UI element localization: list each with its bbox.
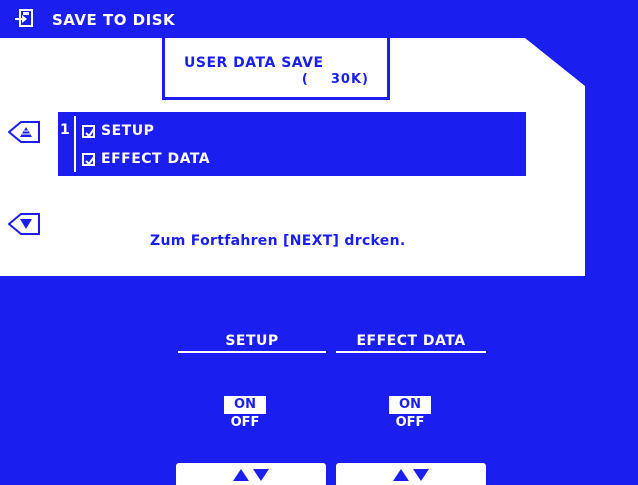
page-title: SAVE TO DISK: [52, 11, 176, 29]
effect-data-up-down-button[interactable]: [336, 463, 486, 485]
setup-underline: [178, 351, 326, 353]
list-item-setup[interactable]: SETUP: [82, 123, 154, 139]
list-item-label: SETUP: [101, 123, 155, 139]
effect-data-column-header: EFFECT DATA: [356, 333, 466, 349]
left-up-arrow-icon: [7, 121, 40, 143]
save-to-disk-icon: [14, 9, 34, 29]
list-divider: [74, 116, 76, 172]
screen: SAVE TO DISK USER DATA SAVE ( 30K) 1 SET…: [0, 0, 638, 485]
next-page-button[interactable]: [7, 213, 40, 235]
up-down-arrow-icon: [233, 469, 269, 481]
list-number: 1: [60, 122, 70, 138]
effect-data-checkbox[interactable]: [82, 152, 95, 166]
setup-column-header: SETUP: [225, 333, 279, 349]
left-down-arrow-icon: [7, 213, 40, 235]
setup-checkbox[interactable]: [82, 124, 95, 138]
up-down-arrow-icon: [393, 469, 429, 481]
setup-up-down-button[interactable]: [176, 463, 326, 485]
list-item-effect-data[interactable]: EFFECT DATA: [82, 151, 210, 167]
user-data-save-box: USER DATA SAVE ( 30K): [162, 38, 390, 100]
effect-data-on-option[interactable]: ON: [389, 396, 431, 414]
instruction-message: Zum Fortfahren [NEXT] drcken.: [150, 233, 406, 249]
data-box-title: USER DATA SAVE: [184, 55, 324, 71]
previous-page-button[interactable]: [7, 121, 40, 143]
data-size-readout: ( 30K): [301, 72, 369, 87]
setup-off-option[interactable]: OFF: [224, 415, 266, 430]
list-item-label: EFFECT DATA: [101, 151, 211, 167]
effect-data-underline: [336, 351, 486, 353]
setup-on-option[interactable]: ON: [224, 396, 266, 414]
header-bar: SAVE TO DISK: [0, 0, 638, 38]
effect-data-off-option[interactable]: OFF: [389, 415, 431, 430]
